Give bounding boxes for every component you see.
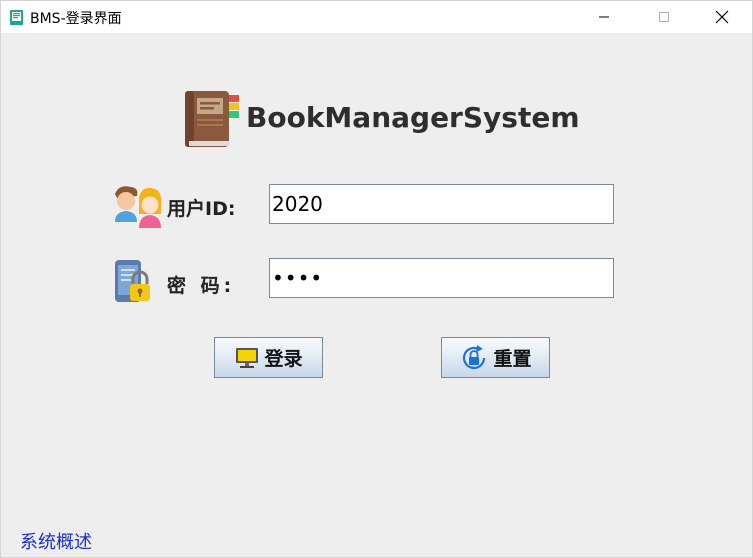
system-overview-link[interactable]: 系统概述 bbox=[20, 528, 92, 554]
minimize-icon bbox=[599, 16, 609, 18]
users-icon bbox=[115, 186, 162, 228]
title-bar[interactable]: BMS-登录界面 bbox=[1, 1, 752, 33]
book-logo-icon bbox=[185, 91, 239, 147]
login-button-label: 登录 bbox=[264, 348, 303, 370]
close-icon bbox=[715, 10, 729, 24]
reset-button-label: 重置 bbox=[493, 348, 532, 370]
password-label: 密 码: bbox=[167, 275, 236, 297]
user-id-input[interactable] bbox=[269, 184, 614, 224]
phone-lock-icon bbox=[115, 260, 150, 302]
maximize-button[interactable] bbox=[641, 1, 687, 33]
maximize-icon bbox=[659, 12, 669, 22]
monitor-icon bbox=[234, 346, 260, 370]
app-name-heading: BookManagerSystem bbox=[246, 101, 580, 134]
close-button[interactable] bbox=[699, 1, 745, 33]
book-icon bbox=[10, 10, 23, 25]
user-id-label: 用户ID: bbox=[167, 198, 236, 220]
login-button[interactable]: 登录 bbox=[214, 337, 323, 378]
password-input[interactable] bbox=[269, 258, 614, 298]
reset-button[interactable]: 重置 bbox=[441, 337, 550, 378]
window-title: BMS-登录界面 bbox=[30, 11, 122, 27]
minimize-button[interactable] bbox=[581, 1, 627, 33]
login-window: BMS-登录界面 BookManagerSystem 用户ID: 2020 密 … bbox=[0, 0, 753, 558]
refresh-lock-icon bbox=[459, 343, 489, 373]
